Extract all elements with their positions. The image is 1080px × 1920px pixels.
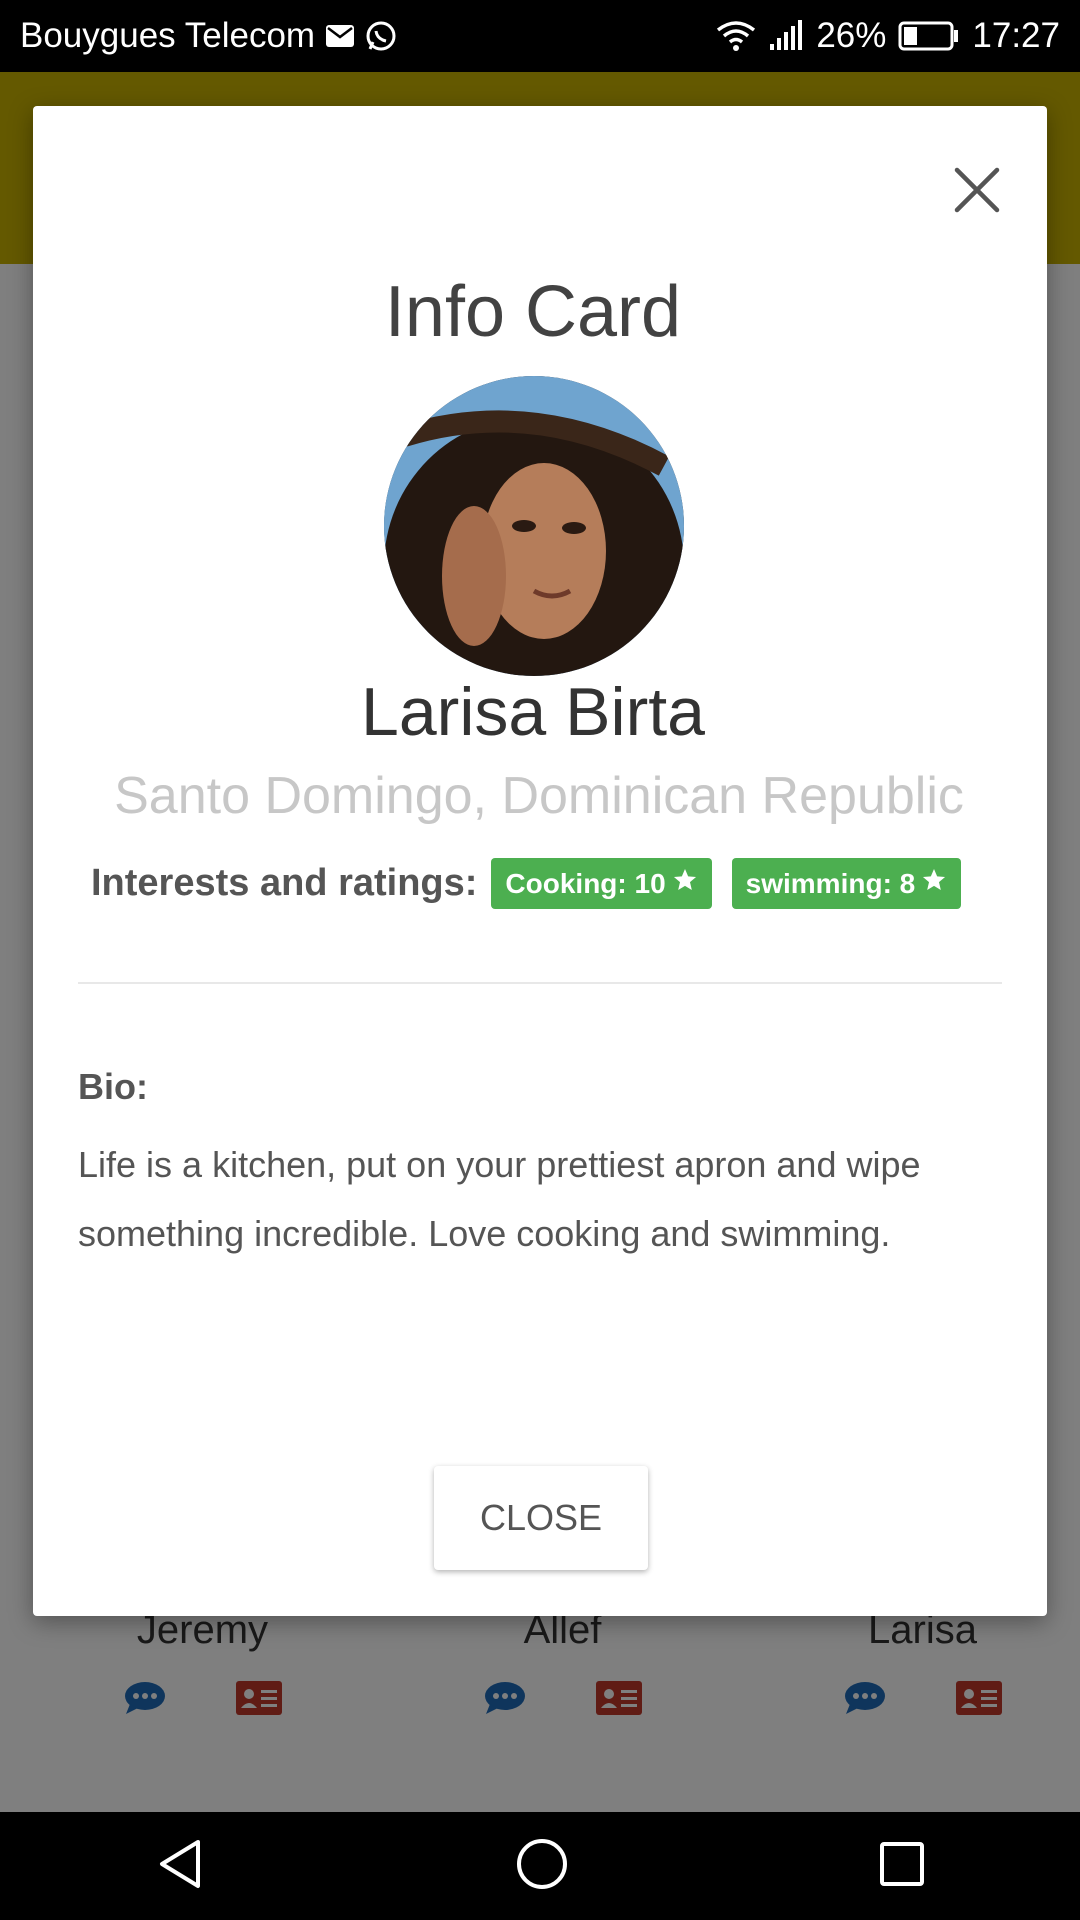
star-icon [921, 867, 947, 900]
star-icon [672, 867, 698, 900]
whatsapp-icon [365, 20, 397, 52]
interest-badge-label: Cooking: 10 [505, 867, 666, 899]
avatar [384, 376, 684, 676]
close-button[interactable]: CLOSE [434, 1466, 648, 1570]
interest-badge-label: swimming: 8 [745, 867, 916, 899]
back-icon[interactable] [154, 1838, 206, 1895]
home-icon[interactable] [515, 1837, 569, 1896]
carrier-name: Bouygues Telecom [20, 16, 316, 55]
bio-text: Life is a kitchen, put on your prettiest… [78, 1144, 921, 1254]
battery-percent: 26% [816, 16, 887, 55]
navigation-bar [0, 1812, 1080, 1920]
interests-row: Interests and ratings: Cooking: 10 swimm… [91, 858, 981, 909]
divider [78, 982, 1002, 984]
bio-label: Bio: [78, 1066, 148, 1107]
profile-name: Larisa Birta [361, 674, 705, 750]
close-icon[interactable] [949, 162, 1005, 218]
profile-location: Santo Domingo, Dominican Republic [114, 767, 964, 825]
status-bar: Bouygues Telecom 26% 17:27 [0, 0, 1080, 72]
info-card-modal: Info Card Larisa Birta Santo Domingo, Do… [33, 106, 1047, 1616]
battery-icon [898, 21, 960, 51]
interests-label: Interests and ratings: [91, 862, 478, 904]
signal-icon [768, 20, 804, 52]
recents-icon[interactable] [878, 1840, 926, 1893]
interest-badge: swimming: 8 [731, 858, 962, 909]
mail-icon [325, 24, 355, 48]
clock: 17:27 [972, 16, 1060, 55]
wifi-icon [716, 20, 756, 52]
interest-badge: Cooking: 10 [491, 858, 712, 909]
modal-title: Info Card [384, 272, 682, 352]
